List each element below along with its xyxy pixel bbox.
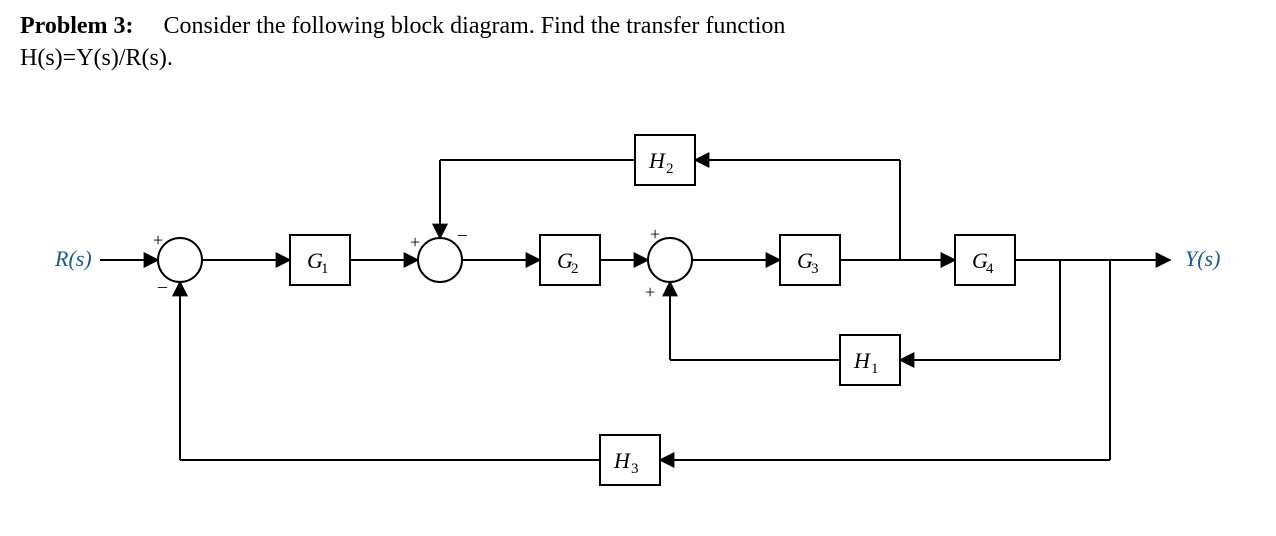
problem-label: Problem 3: xyxy=(20,13,134,39)
h2-label: H xyxy=(648,148,666,173)
sum2-plus: + xyxy=(410,232,420,252)
g2-sub: 2 xyxy=(571,261,579,277)
h3-sub: 3 xyxy=(631,461,639,477)
h2-sub: 2 xyxy=(666,161,674,177)
block-h1 xyxy=(840,335,900,385)
output-label: Y(s) xyxy=(1185,246,1220,271)
input-label: R(s) xyxy=(54,246,92,271)
summing-junction-3 xyxy=(648,238,692,282)
problem-statement: Problem 3: Consider the following block … xyxy=(20,10,1256,75)
g3-sub: 3 xyxy=(811,261,819,277)
g1-sub: 1 xyxy=(321,261,329,277)
h1-label: H xyxy=(853,348,871,373)
g4-sub: 4 xyxy=(986,261,994,277)
summing-junction-2 xyxy=(418,238,462,282)
block-h2 xyxy=(635,135,695,185)
problem-text-1: Consider the following block diagram. Fi… xyxy=(164,13,786,39)
problem-text-2: H(s)=Y(s)/R(s). xyxy=(20,45,173,71)
sum3-plus-top: + xyxy=(650,224,660,244)
block-diagram: R(s) + – G 1 + – G 2 + + xyxy=(0,100,1276,520)
block-h3 xyxy=(600,435,660,485)
sum1-minus: – xyxy=(157,276,168,296)
h1-sub: 1 xyxy=(871,361,879,377)
sum1-plus: + xyxy=(153,230,163,250)
sum3-plus-bottom: + xyxy=(645,282,655,302)
sum2-minus: – xyxy=(457,224,468,244)
h3-label: H xyxy=(613,448,631,473)
